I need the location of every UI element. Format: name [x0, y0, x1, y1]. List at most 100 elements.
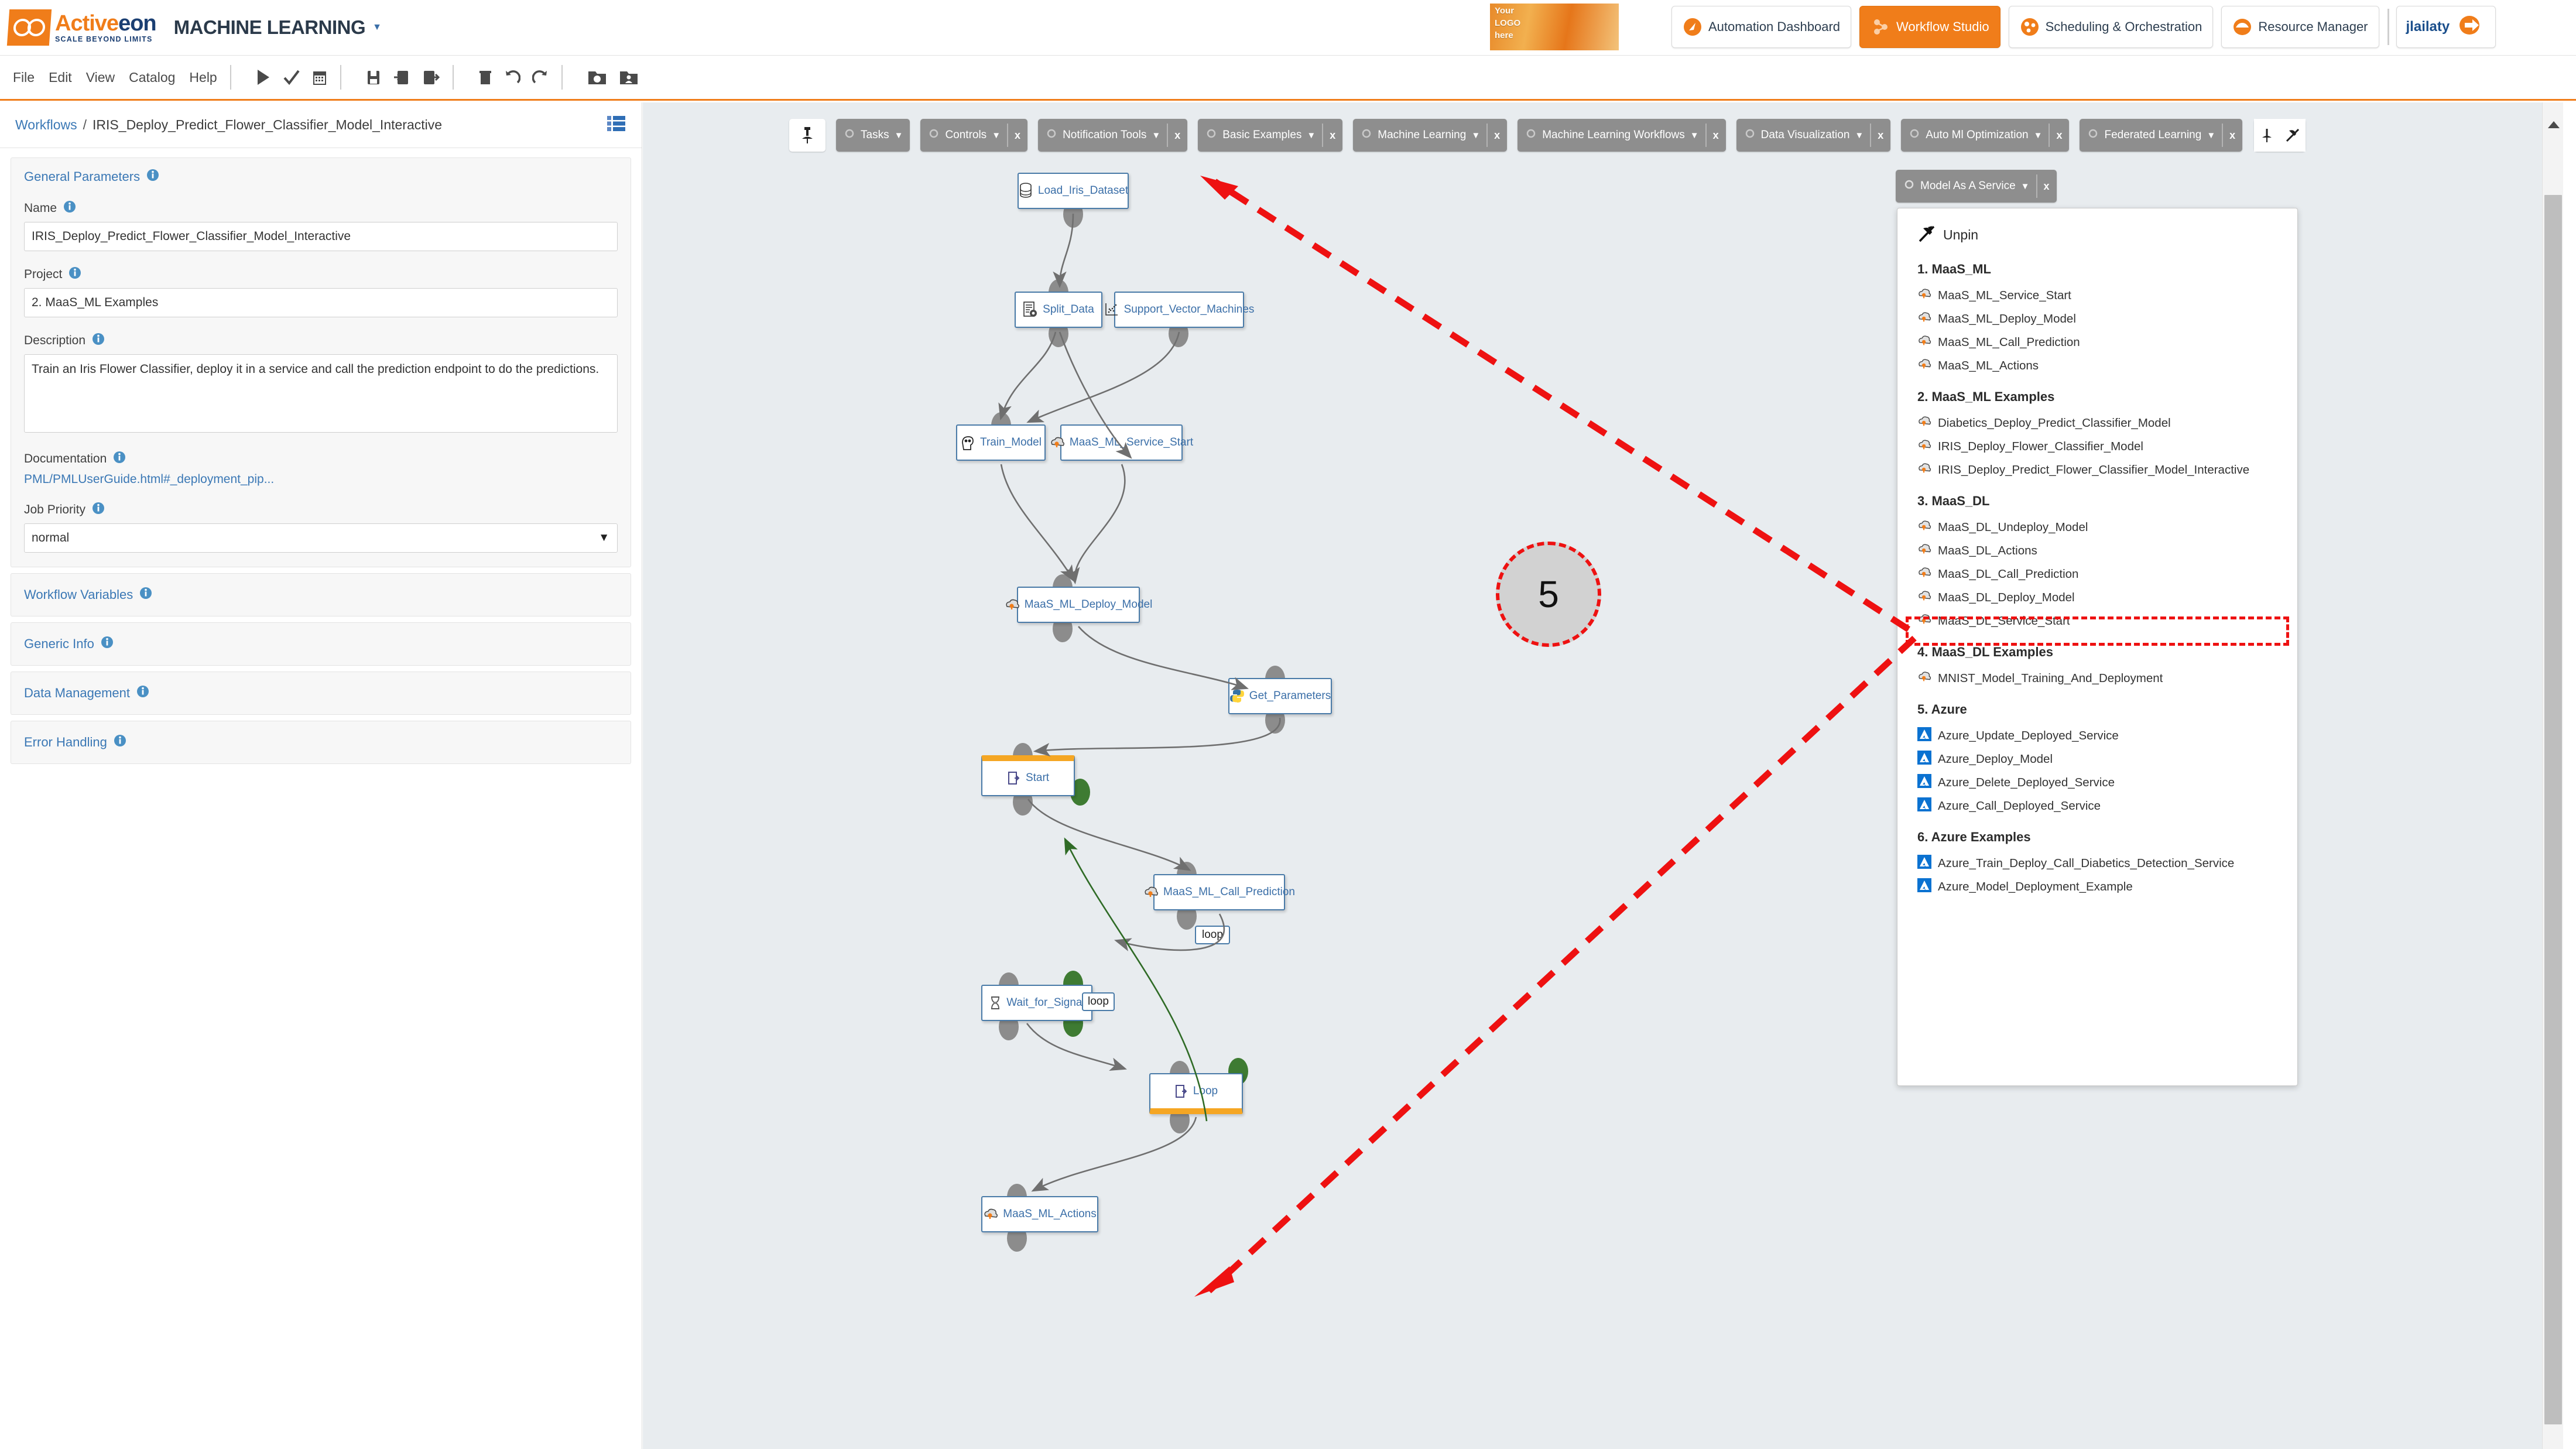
section-error-handling[interactable]: Error Handling	[11, 721, 631, 764]
close-icon[interactable]: x	[2044, 180, 2050, 193]
catalog-item[interactable]: MaaS_DL_Service_Start	[1897, 609, 2297, 633]
loop-badge[interactable]: loop	[1082, 992, 1115, 1011]
catalog-item[interactable]: Azure_Call_Deployed_Service	[1897, 794, 2297, 818]
catalog-item-label: Azure_Deploy_Model	[1938, 752, 2053, 766]
section-workflow-variables[interactable]: Workflow Variables	[11, 573, 631, 616]
node-load-iris-dataset[interactable]: Load_Iris_Dataset	[1018, 173, 1129, 209]
catalog-item[interactable]: MaaS_DL_Undeploy_Model	[1897, 516, 2297, 539]
save-icon[interactable]	[366, 68, 381, 86]
node-maas-ml-service-start[interactable]: MaaS_ML_Service_Start	[1051, 424, 1193, 461]
scatter-icon	[1104, 302, 1119, 318]
info-icon[interactable]	[114, 734, 126, 751]
catalog-item[interactable]: Azure_Deploy_Model	[1897, 748, 2297, 771]
toolbar-divider	[340, 65, 341, 90]
catalog-item[interactable]: MaaS_ML_Service_Start	[1897, 284, 2297, 307]
folder-user-icon[interactable]	[619, 68, 639, 87]
catalog-item[interactable]: MaaS_ML_Call_Prediction	[1897, 331, 2297, 354]
redo-icon[interactable]	[532, 68, 549, 86]
catalog-item-iris-deploy-predict-flower-classifier-model-interactive[interactable]: IRIS_Deploy_Predict_Flower_Classifier_Mo…	[1897, 458, 2297, 482]
nav-label: Workflow Studio	[1896, 19, 1989, 34]
section-title[interactable]: General Parameters	[24, 169, 618, 185]
info-icon[interactable]	[101, 636, 114, 652]
info-icon[interactable]	[136, 685, 149, 701]
nav-scheduling-orchestration[interactable]: Scheduling & Orchestration	[2008, 6, 2214, 48]
catalog-item[interactable]: MaaS_DL_Call_Prediction	[1897, 563, 2297, 586]
calendar-icon[interactable]	[312, 68, 327, 86]
trash-icon[interactable]	[478, 68, 492, 86]
info-icon[interactable]	[146, 169, 159, 185]
menu-catalog[interactable]: Catalog	[129, 70, 175, 85]
logout-arrow-icon[interactable]	[2457, 13, 2486, 41]
catalog-item[interactable]: Azure_Delete_Deployed_Service	[1897, 771, 2297, 794]
catalog-item[interactable]: Diabetics_Deploy_Predict_Classifier_Mode…	[1897, 412, 2297, 435]
menu-help[interactable]: Help	[189, 70, 217, 85]
undo-icon[interactable]	[504, 68, 520, 86]
nav-divider	[2387, 9, 2389, 45]
description-textarea[interactable]: Train an Iris Flower Classifier, deploy …	[24, 354, 618, 433]
banner-line-3: here	[1495, 30, 1513, 40]
info-icon[interactable]	[92, 333, 105, 349]
job-priority-select[interactable]: normal	[24, 523, 618, 553]
import-icon[interactable]	[393, 68, 410, 86]
project-input[interactable]	[24, 288, 618, 317]
name-input[interactable]	[24, 222, 618, 251]
export-icon[interactable]	[422, 68, 440, 86]
catalog-item[interactable]: Azure_Train_Deploy_Call_Diabetics_Detect…	[1897, 852, 2297, 875]
nav-workflow-studio[interactable]: Workflow Studio	[1859, 6, 2000, 48]
loop-badge[interactable]: loop	[1195, 926, 1230, 944]
unpin-button[interactable]: Unpin	[1897, 224, 2297, 246]
catalog-item[interactable]: IRIS_Deploy_Flower_Classifier_Model	[1897, 435, 2297, 458]
nav-resource-manager[interactable]: Resource Manager	[2221, 6, 2379, 48]
node-maas-ml-call-prediction[interactable]: MaaS_ML_Call_Prediction	[1145, 874, 1295, 910]
info-icon[interactable]	[113, 451, 126, 467]
node-train-model[interactable]: Train_Model	[956, 424, 1046, 461]
canvas-vertical-scrollbar[interactable]	[2542, 102, 2563, 1449]
banner-line-2: LOGO	[1495, 18, 1521, 28]
name-label: Name	[24, 200, 618, 217]
section-generic-info[interactable]: Generic Info	[11, 622, 631, 666]
breadcrumb-workflows-link[interactable]: Workflows	[15, 117, 77, 133]
catalog-item[interactable]: MaaS_ML_Deploy_Model	[1897, 307, 2297, 331]
node-loop[interactable]: Loop	[1149, 1073, 1243, 1114]
azure-icon	[1917, 855, 1931, 872]
catalog-item[interactable]: MaaS_DL_Actions	[1897, 539, 2297, 563]
section-data-management[interactable]: Data Management	[11, 672, 631, 715]
list-view-icon[interactable]	[607, 115, 626, 135]
scrollbar-thumb[interactable]	[2544, 195, 2562, 1424]
catalog-item[interactable]: Azure_Update_Deployed_Service	[1897, 724, 2297, 748]
catalog-item[interactable]: Azure_Model_Deployment_Example	[1897, 875, 2297, 899]
catalog-item[interactable]: MaaS_DL_Deploy_Model	[1897, 586, 2297, 609]
nav-automation-dashboard[interactable]: Automation Dashboard	[1671, 6, 1852, 48]
menu-view[interactable]: View	[86, 70, 115, 85]
cloud-icon	[2232, 17, 2252, 37]
play-icon[interactable]	[256, 68, 271, 86]
catalog-item[interactable]: MaaS_ML_Actions	[1897, 354, 2297, 378]
azure-icon	[1917, 751, 1931, 768]
node-split-data[interactable]: Split_Data	[1015, 292, 1102, 328]
info-icon[interactable]	[63, 200, 76, 217]
node-wait-for-signal[interactable]: Wait_for_Signal	[981, 985, 1092, 1021]
node-support-vector-machines[interactable]: Support_Vector_Machines	[1105, 292, 1254, 328]
app-title-chevron-down-icon[interactable]: ▼	[372, 22, 382, 33]
node-maas-ml-deploy-model[interactable]: MaaS_ML_Deploy_Model	[1006, 587, 1152, 623]
catalog-item-label: MaaS_DL_Undeploy_Model	[1938, 520, 2088, 534]
menu-edit[interactable]: Edit	[49, 70, 72, 85]
folder-open-icon[interactable]	[587, 68, 607, 87]
info-icon[interactable]	[92, 502, 105, 518]
node-maas-ml-actions[interactable]: MaaS_ML_Actions	[981, 1196, 1098, 1232]
check-icon[interactable]	[283, 68, 300, 86]
toolbar-divider	[229, 65, 231, 90]
annotation-step-badge: 5	[1496, 542, 1601, 647]
node-start[interactable]: Start	[981, 755, 1075, 796]
menu-file[interactable]: File	[13, 70, 35, 85]
node-get-parameters[interactable]: Get_Parameters	[1228, 678, 1332, 714]
info-icon[interactable]	[139, 587, 152, 603]
brand-logo[interactable]: Activeeon SCALE BEYOND LIMITS	[6, 9, 157, 46]
azure-icon	[1917, 774, 1931, 792]
catalog-item[interactable]: MNIST_Model_Training_And_Deployment	[1897, 667, 2297, 690]
documentation-link[interactable]: PML/PMLUserGuide.html#_deployment_pip...	[24, 472, 618, 487]
user-menu-button[interactable]: jlailaty	[2396, 6, 2496, 48]
scroll-up-arrow-icon[interactable]	[2547, 120, 2560, 132]
palette-tab-model-as-a-service[interactable]: Model As A Service ▼ x	[1896, 170, 2057, 203]
info-icon[interactable]	[68, 266, 81, 283]
